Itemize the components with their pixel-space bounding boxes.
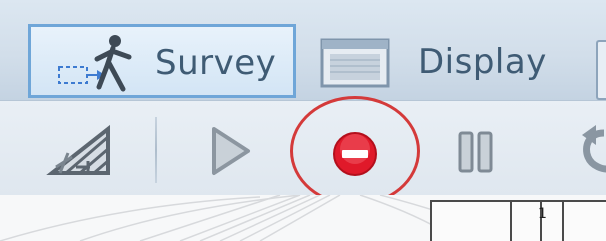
ruler-column <box>510 200 562 241</box>
ribbon-tab-bar: Survey Display <box>0 0 606 100</box>
ruler-column <box>562 200 606 241</box>
display-screen-icon <box>320 38 390 88</box>
stop-button-annotation-circle <box>290 96 420 206</box>
tab-survey-label: Survey <box>155 43 277 83</box>
pause-icon[interactable] <box>456 129 496 175</box>
grid-triangle-icon[interactable] <box>46 123 116 179</box>
toolbar-separator <box>155 117 157 183</box>
tab-display-label: Display <box>418 42 547 82</box>
tab-display[interactable]: Display <box>318 24 588 98</box>
tab-survey[interactable]: Survey <box>28 24 296 98</box>
ruler-column <box>430 200 510 241</box>
play-icon[interactable] <box>208 123 254 179</box>
next-tab-edge[interactable] <box>596 40 606 100</box>
survey-walker-icon <box>58 35 132 92</box>
ruler-marker-number: 1 <box>538 206 547 222</box>
undo-arrow-icon[interactable] <box>574 123 606 183</box>
